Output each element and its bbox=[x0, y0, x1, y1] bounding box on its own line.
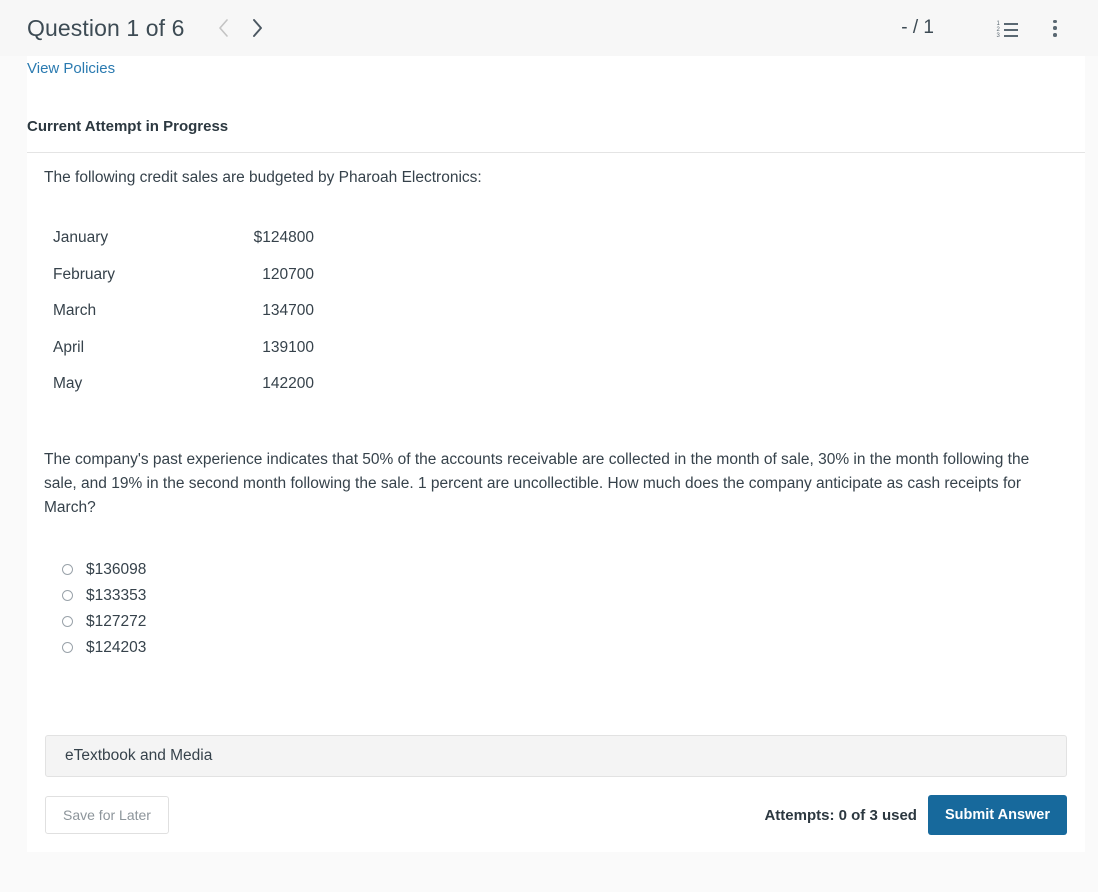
question-card: View Policies Current Attempt in Progres… bbox=[27, 56, 1085, 852]
credit-sales-table: January $124800 February 120700 March 13… bbox=[44, 222, 314, 405]
month-label: January bbox=[53, 229, 109, 247]
month-label: April bbox=[53, 338, 85, 356]
answer-options-group: $136098 $133353 $127272 $124203 bbox=[62, 557, 1068, 661]
amount-value: 139100 bbox=[262, 338, 314, 356]
table-row: March 134700 bbox=[44, 295, 314, 332]
view-policies-link[interactable]: View Policies bbox=[27, 60, 115, 77]
answer-option-label: $133353 bbox=[86, 586, 147, 604]
month-label: May bbox=[53, 375, 83, 393]
answer-option-label: $127272 bbox=[86, 612, 147, 630]
radio-button-icon[interactable] bbox=[62, 642, 73, 654]
save-for-later-button[interactable]: Save for Later bbox=[45, 796, 169, 834]
list-bar bbox=[1003, 34, 1018, 37]
answer-option[interactable]: $136098 bbox=[62, 557, 1068, 583]
list-number: 3 bbox=[996, 32, 1000, 39]
chevron-left-icon[interactable] bbox=[207, 11, 241, 45]
question-navigation bbox=[207, 11, 275, 45]
table-row: February 120700 bbox=[44, 259, 314, 296]
month-label: March bbox=[53, 302, 97, 320]
amount-value: 134700 bbox=[262, 302, 314, 320]
attempts-status: Attempts: 0 of 3 used bbox=[764, 806, 917, 824]
numbered-list-icon[interactable]: 1 2 3 bbox=[992, 13, 1022, 43]
attempt-status-heading: Current Attempt in Progress bbox=[27, 118, 229, 135]
question-intro-text: The following credit sales are budgeted … bbox=[44, 169, 482, 186]
answer-option-label: $124203 bbox=[86, 638, 147, 656]
amount-value: 142200 bbox=[262, 375, 314, 393]
radio-button-icon[interactable] bbox=[62, 564, 73, 576]
chevron-right-icon[interactable] bbox=[241, 11, 275, 45]
score-display: - / 1 bbox=[901, 17, 934, 38]
table-row: January $124800 bbox=[44, 222, 314, 259]
month-label: February bbox=[53, 265, 116, 283]
etextbook-label: eTextbook and Media bbox=[65, 747, 213, 764]
answer-option-label: $136098 bbox=[86, 560, 147, 578]
answer-option[interactable]: $124203 bbox=[62, 635, 1068, 661]
radio-button-icon[interactable] bbox=[62, 616, 73, 628]
list-bar bbox=[1003, 28, 1018, 31]
question-prompt-text: The company's past experience indicates … bbox=[44, 450, 1030, 517]
answer-option[interactable]: $127272 bbox=[62, 609, 1068, 635]
amount-value: $124800 bbox=[253, 229, 314, 247]
page-title: Question 1 of 6 bbox=[27, 14, 185, 41]
list-bar bbox=[1003, 22, 1018, 25]
question-body: The following credit sales are budgeted … bbox=[44, 166, 1068, 661]
radio-button-icon[interactable] bbox=[62, 590, 73, 602]
answer-option[interactable]: $133353 bbox=[62, 583, 1068, 609]
question-footer: Save for Later Attempts: 0 of 3 used Sub… bbox=[45, 793, 1067, 837]
header-actions: - / 1 1 2 3 bbox=[901, 13, 1070, 43]
kebab-menu-icon[interactable] bbox=[1040, 13, 1070, 43]
etextbook-and-media-accordion[interactable]: eTextbook and Media bbox=[45, 735, 1067, 777]
section-divider bbox=[27, 152, 1085, 153]
question-header: Question 1 of 6 - / 1 1 2 3 bbox=[0, 0, 1098, 56]
table-row: May 142200 bbox=[44, 368, 314, 405]
footer-right-group: Attempts: 0 of 3 used Submit Answer bbox=[764, 795, 1067, 835]
table-row: April 139100 bbox=[44, 332, 314, 369]
submit-answer-button[interactable]: Submit Answer bbox=[927, 795, 1067, 835]
amount-value: 120700 bbox=[262, 265, 314, 283]
